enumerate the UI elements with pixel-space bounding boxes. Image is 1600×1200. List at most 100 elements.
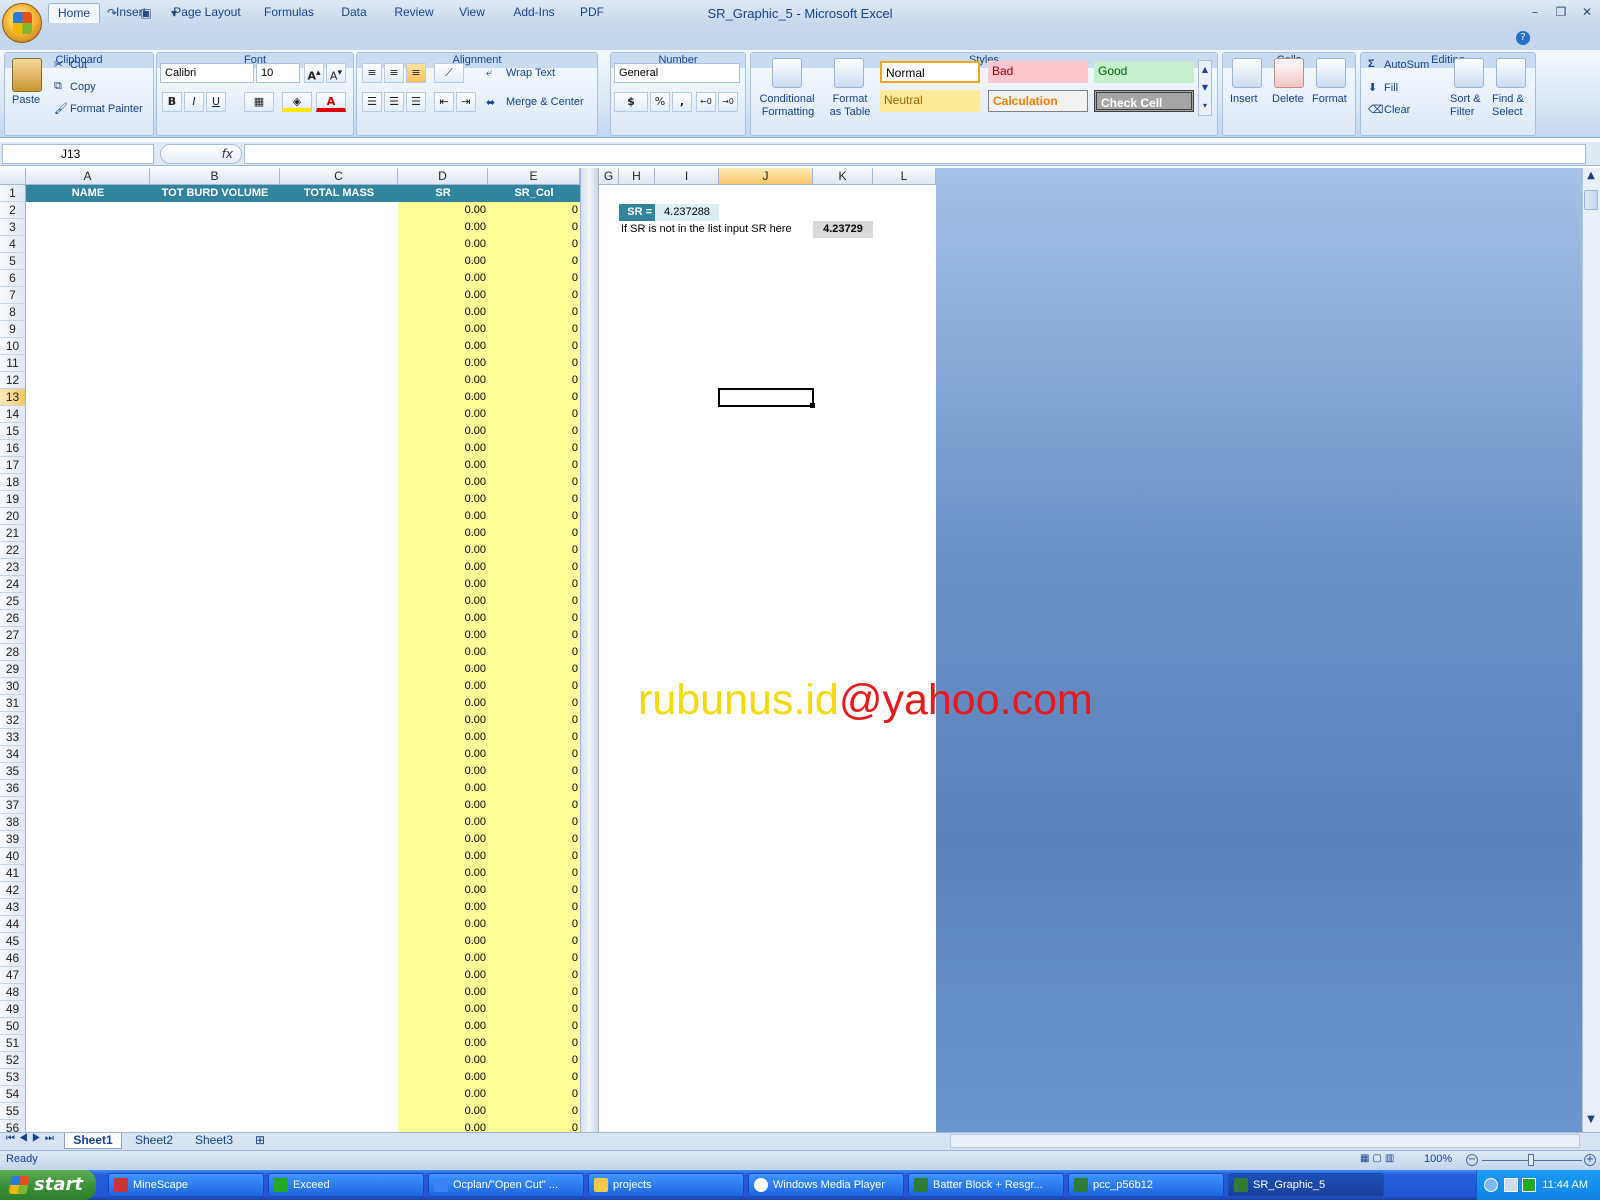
sr-cell[interactable]: 0.00 <box>398 423 486 440</box>
column-header-j[interactable]: J <box>719 168 813 185</box>
sr-cell[interactable]: 0.00 <box>398 559 486 576</box>
currency-button[interactable]: $ <box>614 92 648 112</box>
sr-cell[interactable]: 0.00 <box>398 406 486 423</box>
sheet-nav-icons[interactable]: ⏮◀▶⏭ <box>6 1133 58 1144</box>
row-header[interactable]: 40 <box>0 848 26 865</box>
insert-cells-icon[interactable] <box>1232 58 1262 88</box>
sr-col-cell[interactable]: 0 <box>488 270 578 287</box>
autosum-icon[interactable]: Σ <box>1368 58 1375 70</box>
sr-col-cell[interactable]: 0 <box>488 491 578 508</box>
sr-col-cell[interactable]: 0 <box>488 967 578 984</box>
sr-cell[interactable]: 0.00 <box>398 1052 486 1069</box>
sr-col-cell[interactable]: 0 <box>488 542 578 559</box>
fill-icon[interactable]: ⬇ <box>1368 81 1377 94</box>
row-header[interactable]: 52 <box>0 1052 26 1069</box>
comma-button[interactable]: , <box>672 92 692 112</box>
row-header[interactable]: 24 <box>0 576 26 593</box>
sr-cell[interactable]: 0.00 <box>398 610 486 627</box>
sr-cell[interactable]: 0.00 <box>398 899 486 916</box>
row-header[interactable]: 21 <box>0 525 26 542</box>
taskbar-item-media-player[interactable]: Windows Media Player <box>748 1173 904 1197</box>
row-header[interactable]: 15 <box>0 423 26 440</box>
restore-icon[interactable]: ❐ <box>1550 4 1572 20</box>
bold-button[interactable]: B <box>162 92 182 112</box>
sr-cell[interactable]: 0.00 <box>398 270 486 287</box>
tab-sheet1[interactable]: Sheet1 <box>64 1133 122 1149</box>
font-size-select[interactable]: 10 <box>256 63 300 83</box>
tab-sheet2[interactable]: Sheet2 <box>126 1133 182 1149</box>
row-header[interactable]: 3 <box>0 219 26 236</box>
row-header[interactable]: 13 <box>0 389 26 406</box>
sr-col-cell[interactable]: 0 <box>488 848 578 865</box>
minimize-icon[interactable]: – <box>1524 4 1546 20</box>
row-header[interactable]: 44 <box>0 916 26 933</box>
sr-col-cell[interactable]: 0 <box>488 219 578 236</box>
sr-cell[interactable]: 0.00 <box>398 831 486 848</box>
increase-decimal-icon[interactable]: ←0 <box>696 92 716 112</box>
row-header[interactable]: 55 <box>0 1103 26 1120</box>
tab-view[interactable]: View <box>452 3 492 23</box>
sort-filter-label1[interactable]: Sort & <box>1450 93 1481 105</box>
row-header[interactable]: 49 <box>0 1001 26 1018</box>
taskbar-item-projects[interactable]: projects <box>588 1173 744 1197</box>
sr-cell[interactable]: 0.00 <box>398 491 486 508</box>
font-color-icon[interactable]: A <box>316 92 346 112</box>
merge-center-button[interactable]: Merge & Center <box>506 96 584 108</box>
sr-cell[interactable]: 0.00 <box>398 508 486 525</box>
row-header[interactable]: 19 <box>0 491 26 508</box>
sr-cell[interactable]: 0.00 <box>398 457 486 474</box>
split-divider[interactable] <box>580 168 599 1132</box>
row-header[interactable]: 18 <box>0 474 26 491</box>
sr-col-cell[interactable]: 0 <box>488 916 578 933</box>
borders-icon[interactable]: ▦ <box>244 92 274 112</box>
sr-col-cell[interactable]: 0 <box>488 440 578 457</box>
insert-cells-button[interactable]: Insert <box>1230 93 1258 105</box>
sr-cell[interactable]: 0.00 <box>398 1018 486 1035</box>
format-cells-button[interactable]: Format <box>1312 93 1347 105</box>
sr-cell[interactable]: 0.00 <box>398 763 486 780</box>
row-header[interactable]: 14 <box>0 406 26 423</box>
row-header[interactable]: 20 <box>0 508 26 525</box>
row-header[interactable]: 26 <box>0 610 26 627</box>
style-good[interactable]: Good <box>1094 61 1194 83</box>
close-icon[interactable]: ✕ <box>1576 4 1598 20</box>
scroll-up-icon[interactable]: ▲ <box>1584 170 1598 184</box>
tab-data[interactable]: Data <box>334 3 374 23</box>
row-header[interactable]: 11 <box>0 355 26 372</box>
delete-cells-button[interactable]: Delete <box>1272 93 1304 105</box>
italic-button[interactable]: I <box>184 92 204 112</box>
copy-button[interactable]: Copy <box>70 81 96 93</box>
conditional-formatting-label1[interactable]: Conditional <box>756 93 818 105</box>
style-bad[interactable]: Bad <box>988 61 1088 83</box>
sr-cell[interactable]: 0.00 <box>398 865 486 882</box>
orientation-icon[interactable]: ⟋ <box>434 63 464 83</box>
sr-cell[interactable]: 0.00 <box>398 882 486 899</box>
row-header[interactable]: 38 <box>0 814 26 831</box>
sr-cell[interactable]: 0.00 <box>398 967 486 984</box>
taskbar-item-minescape[interactable]: MineScape <box>108 1173 264 1197</box>
sr-cell[interactable]: 0.00 <box>398 525 486 542</box>
taskbar-item-batter-block[interactable]: Batter Block + Resgr... <box>908 1173 1064 1197</box>
sr-cell[interactable]: 0.00 <box>398 202 486 219</box>
sr-cell[interactable]: 0.00 <box>398 984 486 1001</box>
format-as-table-label2[interactable]: as Table <box>822 106 878 118</box>
style-calculation[interactable]: Calculation <box>988 90 1088 112</box>
sr-cell[interactable]: 0.00 <box>398 814 486 831</box>
row-header[interactable]: 41 <box>0 865 26 882</box>
sr-col-cell[interactable]: 0 <box>488 1069 578 1086</box>
row-header[interactable]: 23 <box>0 559 26 576</box>
sr-col-cell[interactable]: 0 <box>488 508 578 525</box>
row-header[interactable]: 5 <box>0 253 26 270</box>
sr-cell[interactable]: 0.00 <box>398 576 486 593</box>
sr-col-cell[interactable]: 0 <box>488 287 578 304</box>
sr-col-cell[interactable]: 0 <box>488 1052 578 1069</box>
zoom-slider-thumb[interactable] <box>1528 1154 1534 1166</box>
column-header-a[interactable]: A <box>26 168 150 185</box>
column-header-c[interactable]: C <box>280 168 398 185</box>
sr-col-cell[interactable]: 0 <box>488 304 578 321</box>
decrease-decimal-icon[interactable]: →0 <box>718 92 738 112</box>
row-header[interactable]: 16 <box>0 440 26 457</box>
row-header[interactable]: 12 <box>0 372 26 389</box>
row-header[interactable]: 36 <box>0 780 26 797</box>
sr-cell[interactable]: 0.00 <box>398 542 486 559</box>
